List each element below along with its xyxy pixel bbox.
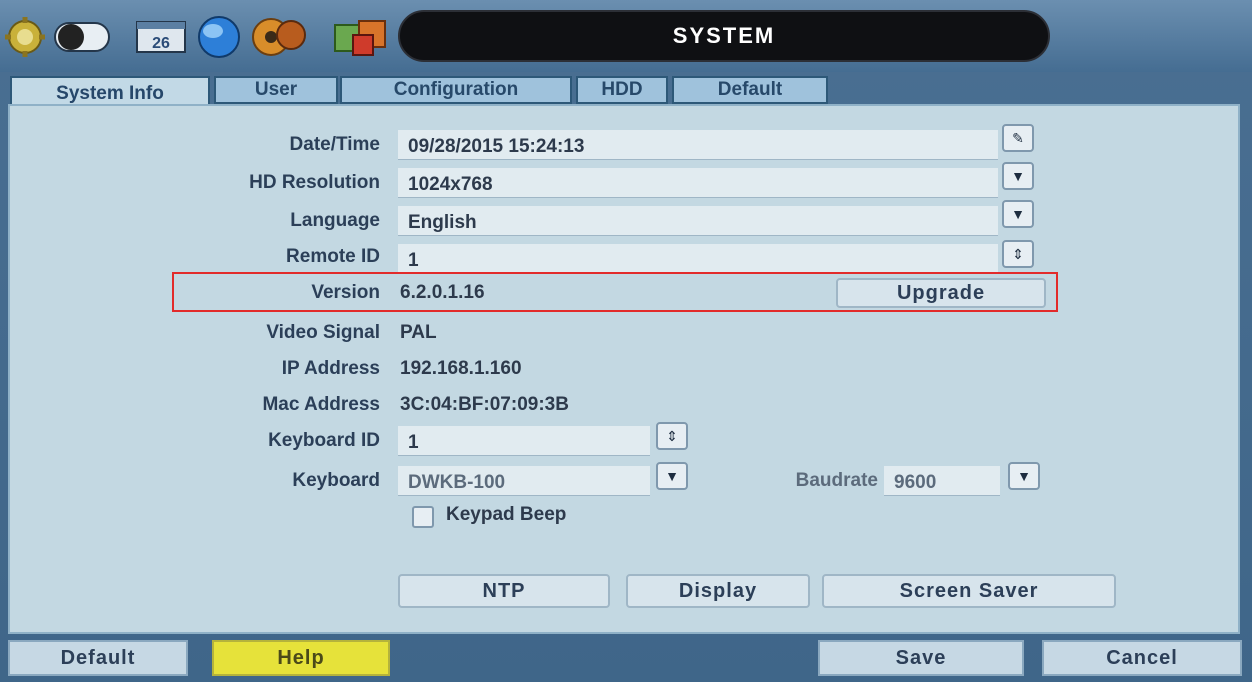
disc-icon[interactable]	[246, 14, 310, 60]
upgrade-button[interactable]: Upgrade	[836, 278, 1046, 308]
gear-icon[interactable]	[2, 14, 48, 60]
mac-address-value: 3C:04:BF:07:09:3B	[400, 394, 569, 415]
video-signal-label: Video Signal	[266, 322, 380, 343]
ntp-button[interactable]: NTP	[398, 574, 610, 608]
language-label: Language	[290, 210, 380, 231]
display-button[interactable]: Display	[626, 574, 810, 608]
datetime-field[interactable]: 09/28/2015 15:24:13	[398, 130, 998, 160]
chevron-down-icon[interactable]: ▼	[1002, 200, 1034, 228]
keypad-beep-checkbox[interactable]	[412, 506, 434, 528]
tab-hdd[interactable]: HDD	[576, 76, 668, 104]
keyboard-id-stepper[interactable]: 1	[398, 426, 650, 456]
toggle-icon[interactable]	[52, 14, 112, 60]
ip-address-value: 192.168.1.160	[400, 358, 522, 379]
stepper-arrows-icon[interactable]: ⇕	[656, 422, 688, 450]
save-button[interactable]: Save	[818, 640, 1024, 676]
dvr-screen: 26 SYSTEM System Info User Configuration…	[0, 0, 1252, 682]
help-button[interactable]: Help	[212, 640, 390, 676]
keypad-beep-label: Keypad Beep	[446, 504, 567, 525]
mac-address-label: Mac Address	[262, 394, 380, 415]
tab-configuration[interactable]: Configuration	[340, 76, 572, 104]
calendar-icon-text: 26	[152, 35, 170, 52]
window-title: SYSTEM	[398, 10, 1050, 62]
baudrate-label: Baudrate	[795, 470, 878, 491]
default-button[interactable]: Default	[8, 640, 188, 676]
top-toolbar: 26 SYSTEM	[0, 0, 1252, 72]
screen-saver-button[interactable]: Screen Saver	[822, 574, 1116, 608]
calendar-icon[interactable]: 26	[132, 14, 190, 60]
hd-resolution-label: HD Resolution	[249, 172, 380, 193]
tab-default[interactable]: Default	[672, 76, 828, 104]
remote-id-label: Remote ID	[286, 246, 380, 267]
edit-pencil-icon[interactable]: ✎	[1002, 124, 1034, 152]
globe-icon[interactable]	[196, 14, 242, 60]
tab-user[interactable]: User	[214, 76, 338, 104]
puzzle-icon[interactable]	[330, 14, 394, 60]
video-signal-value: PAL	[400, 322, 437, 343]
version-value: 6.2.0.1.16	[400, 282, 485, 303]
chevron-down-icon[interactable]: ▼	[1002, 162, 1034, 190]
cancel-button[interactable]: Cancel	[1042, 640, 1242, 676]
stepper-arrows-icon[interactable]: ⇕	[1002, 240, 1034, 268]
version-label: Version	[311, 282, 380, 303]
baudrate-select[interactable]: 9600	[884, 466, 1000, 496]
keyboard-label: Keyboard	[292, 470, 380, 491]
remote-id-stepper[interactable]: 1	[398, 244, 998, 274]
keyboard-id-label: Keyboard ID	[268, 430, 380, 451]
datetime-label: Date/Time	[289, 134, 380, 155]
ip-address-label: IP Address	[281, 358, 380, 379]
language-select[interactable]: English	[398, 206, 998, 236]
chevron-down-icon[interactable]: ▼	[1008, 462, 1040, 490]
hd-resolution-select[interactable]: 1024x768	[398, 168, 998, 198]
